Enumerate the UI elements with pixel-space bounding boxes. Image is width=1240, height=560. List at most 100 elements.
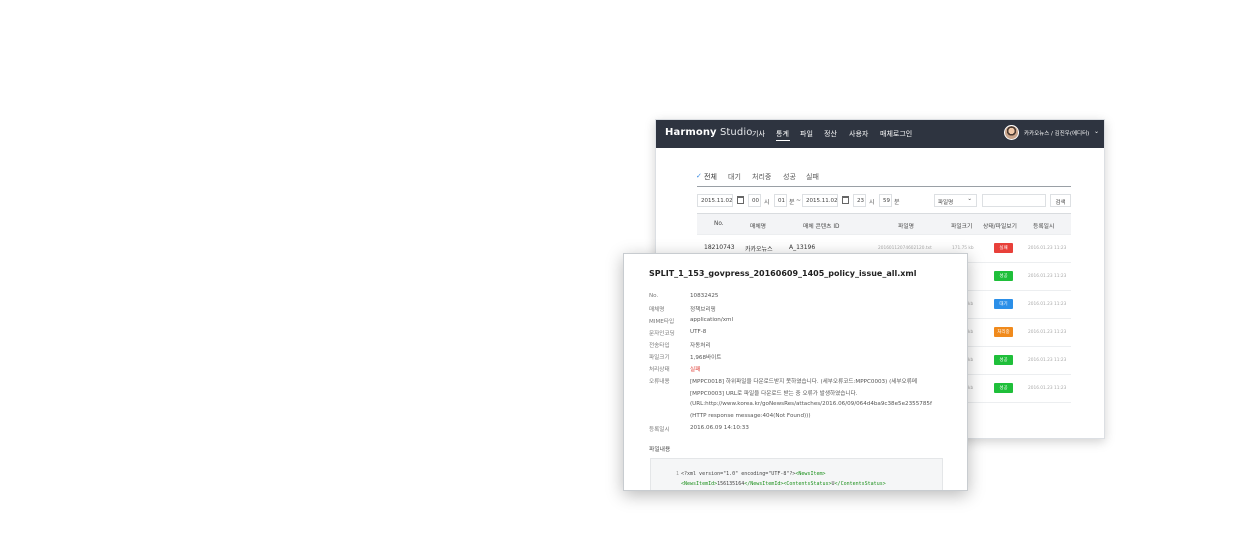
brand-bold: Harmony <box>665 127 717 138</box>
code-viewer[interactable]: 1 <?xml version="1.0" encoding="UTF-8"?>… <box>650 458 943 490</box>
xml-value: 156135164 <box>717 481 745 487</box>
code-line: <?xml version="1.0" encoding="UTF-8"?><N… <box>681 471 826 477</box>
error-line: (URL:http://www.korea.kr/goNewsRes/attac… <box>690 401 932 407</box>
cell-date: 2016.01.23 11:23 <box>1028 358 1067 363</box>
status-badge[interactable]: 실패 <box>994 243 1013 253</box>
cell-file-size: kb <box>968 330 974 335</box>
cell-content-id: A_13196 <box>789 244 816 251</box>
nav-media-login[interactable]: 매체로그인 <box>880 129 912 139</box>
col-date: 등록일시 <box>1033 224 1055 230</box>
field-label-registered: 등록일시 <box>649 427 670 433</box>
nav-article[interactable]: 기사 <box>752 129 765 139</box>
cell-no: 18210743 <box>704 244 735 251</box>
field-label-mime: MIME타입 <box>649 319 675 325</box>
cell-media: 카카오뉴스 <box>745 246 773 253</box>
field-label-transfer: 전송타입 <box>649 343 670 349</box>
cell-file-size: 171.75 kb <box>952 246 974 251</box>
col-file-size: 파일크기 <box>951 224 973 230</box>
field-value-status: 실패 <box>690 367 701 373</box>
user-name[interactable]: 카카오뉴스 / 김진우(에디터) <box>1024 129 1089 137</box>
divider <box>697 186 1071 187</box>
hour-unit: 시 <box>869 199 875 206</box>
hour-unit: 시 <box>764 199 770 206</box>
filter-tab-fail[interactable]: 실패 <box>806 172 819 182</box>
field-value-transfer: 자동처리 <box>690 343 711 349</box>
field-value-size: 1,968바이트 <box>690 355 722 361</box>
search-input[interactable] <box>982 194 1046 207</box>
check-icon: ✓ <box>696 172 702 180</box>
search-field-value: 파일명 <box>938 200 954 206</box>
status-badge[interactable]: 성공 <box>994 383 1013 393</box>
xml-declaration: <?xml version="1.0" encoding="UTF-8"?> <box>681 471 796 477</box>
table-header: No. 매체명 매체 콘텐츠 ID 파일명 파일크기 상태/파일보기 등록일시 <box>697 213 1071 234</box>
status-badge[interactable]: 성공 <box>994 355 1013 365</box>
field-value-encoding: UTF-8 <box>690 329 707 335</box>
minute-unit: 분 <box>894 199 900 206</box>
search-field-select[interactable]: 파일명 ⌄ <box>934 194 977 207</box>
field-label-no: No. <box>649 293 659 299</box>
field-value-registered: 2016.06.09 14:10:33 <box>690 425 749 431</box>
field-value-no: 10832425 <box>690 293 719 299</box>
field-value-mime: application/xml <box>690 317 734 323</box>
calendar-icon[interactable] <box>842 196 849 204</box>
xml-tag: <NewsItem> <box>795 471 826 477</box>
field-value-media: 정책브리핑 <box>690 307 716 313</box>
filter-tab-all[interactable]: 전체 <box>704 172 717 182</box>
top-nav-bar: Harmony Studio 기사 통계 파일 정산 사용자 매체로그인 카카오… <box>656 120 1104 148</box>
brand-logo[interactable]: Harmony Studio <box>665 127 752 138</box>
brand-light: Studio <box>716 127 753 138</box>
filter-tab-processing[interactable]: 처리중 <box>752 172 771 182</box>
col-status: 상태/파일보기 <box>983 224 1017 230</box>
field-label-encoding: 문자인코딩 <box>649 331 675 337</box>
file-detail-dialog: SPLIT_1_153_govpress_20160609_1405_polic… <box>623 253 968 491</box>
status-badge[interactable]: 성공 <box>994 271 1013 281</box>
field-label-size: 파일크기 <box>649 355 670 361</box>
nav-statistics[interactable]: 통계 <box>776 129 789 139</box>
minute-unit: 분 <box>789 199 795 206</box>
xml-tag: <NewsItemId> <box>681 481 718 487</box>
filter-tab-success[interactable]: 성공 <box>783 172 796 182</box>
field-label-error: 오류내용 <box>649 379 670 385</box>
field-label-status: 처리상태 <box>649 367 670 373</box>
error-line: [MPPC0003] URL로 파일을 다운로드 받는 중 오류가 발생하였습니… <box>690 391 858 397</box>
calendar-icon[interactable] <box>737 196 744 204</box>
col-no: No. <box>714 221 724 227</box>
start-date-input[interactable]: 2015.11.02 <box>697 194 733 207</box>
error-line: [MPPC0018] 하위파일을 다운로드받지 못하였습니다. (세부오류코드:… <box>690 379 917 385</box>
avatar[interactable] <box>1004 125 1019 140</box>
end-minute-select[interactable]: 59 <box>879 194 892 207</box>
cell-date: 2016.01.23 11:23 <box>1028 274 1067 279</box>
start-minute-select[interactable]: 01 <box>774 194 787 207</box>
chevron-down-icon: ⌄ <box>967 196 972 202</box>
start-hour-select[interactable]: 00 <box>748 194 761 207</box>
dialog-title: SPLIT_1_153_govpress_20160609_1405_polic… <box>649 269 917 278</box>
search-button[interactable]: 검색 <box>1050 194 1071 207</box>
field-label-media: 매체명 <box>649 307 665 313</box>
xml-tag: </ContentsStatus> <box>834 481 886 487</box>
code-line: <NewsItemId>156135164</NewsItemId><Conte… <box>681 481 886 487</box>
cell-file-name[interactable]: 20160112074602120.txt <box>878 246 932 251</box>
col-media: 매체명 <box>750 224 766 230</box>
nav-settlement[interactable]: 정산 <box>824 129 837 139</box>
cell-date: 2016.01.23 11:23 <box>1028 330 1067 335</box>
status-badge[interactable]: 처리중 <box>994 327 1013 337</box>
cell-file-size: kb <box>968 302 974 307</box>
cell-file-size: kb <box>968 386 974 391</box>
col-content-id: 매체 콘텐츠 ID <box>803 224 840 230</box>
nav-users[interactable]: 사용자 <box>849 129 868 139</box>
status-badge[interactable]: 대기 <box>994 299 1013 309</box>
xml-tag: </NewsItemId><ContentsStatus> <box>744 481 832 487</box>
filter-tab-waiting[interactable]: 대기 <box>728 172 741 182</box>
end-hour-select[interactable]: 23 <box>853 194 866 207</box>
range-separator: ~ <box>796 197 802 204</box>
active-nav-indicator <box>776 140 790 141</box>
end-date-input[interactable]: 2015.11.02 <box>802 194 838 207</box>
error-line: (HTTP response message:404(Not Found))) <box>690 413 811 419</box>
cell-date: 2016.01.23 11:23 <box>1028 302 1067 307</box>
divider <box>697 234 1071 235</box>
chevron-down-icon[interactable]: ⌄ <box>1094 128 1099 135</box>
cell-file-size: kb <box>968 358 974 363</box>
line-number: 1 <box>676 471 680 477</box>
nav-file[interactable]: 파일 <box>800 129 813 139</box>
cell-date: 2016.01.23 11:23 <box>1028 386 1067 391</box>
